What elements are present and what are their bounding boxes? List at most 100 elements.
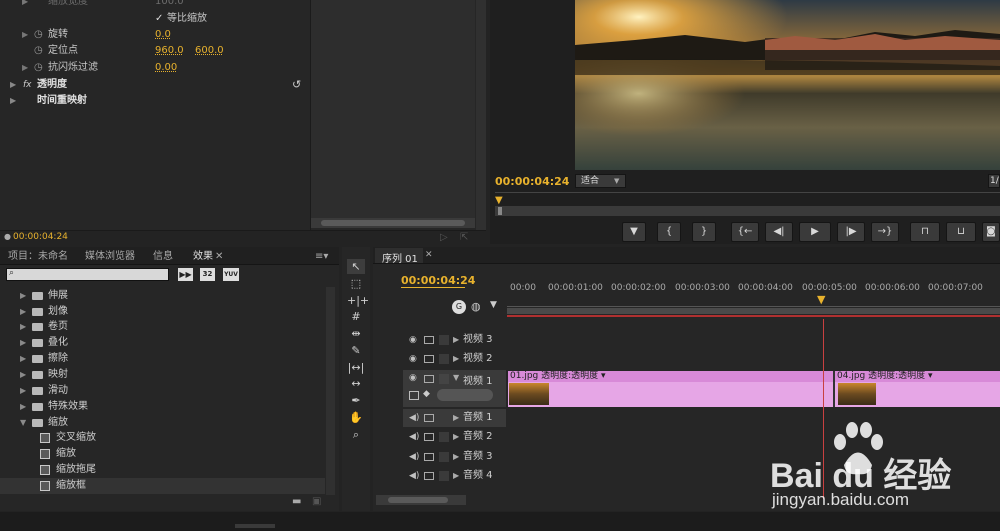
resize-handle[interactable]	[235, 524, 275, 528]
expand-icon[interactable]: ▶	[20, 351, 26, 367]
zoom-tool-icon[interactable]: ⌕	[347, 427, 365, 442]
program-zoom-bar[interactable]	[495, 206, 1000, 216]
time-ruler[interactable]: 00:00 00:00:01:00 00:00:02:00 00:00:03:0…	[507, 265, 1000, 320]
resolution-select[interactable]: 1/	[988, 174, 1000, 188]
step-back-button[interactable]: ◀|	[765, 222, 793, 242]
expand-icon[interactable]: ▶	[453, 467, 459, 485]
sequence-markers-icon[interactable]: ◍	[471, 300, 481, 313]
expand-icon[interactable]: ▶	[22, 60, 28, 76]
speaker-icon[interactable]: ◀)	[409, 409, 419, 427]
snap-icon[interactable]: G	[452, 300, 466, 314]
lock-icon[interactable]	[439, 452, 449, 462]
expand-icon[interactable]: ▶	[22, 0, 28, 10]
add-marker-button[interactable]: ▼	[622, 222, 646, 242]
yuv-effects-icon[interactable]: YUV	[223, 268, 239, 281]
lock-icon[interactable]	[439, 413, 449, 423]
sync-lock-icon[interactable]	[424, 433, 434, 441]
expand-icon[interactable]: ▶	[453, 428, 459, 446]
folder-item[interactable]: ▶ 叠化	[0, 335, 325, 351]
fx-section-opacity[interactable]: ▶ fx 透明度 ↺	[0, 77, 310, 93]
expand-icon[interactable]: ▶	[453, 448, 459, 466]
play-only-audio-icon[interactable]: ▷	[440, 232, 448, 243]
add-marker-icon[interactable]: ▼	[490, 300, 497, 310]
collapse-icon[interactable]: ▼	[453, 373, 459, 382]
close-icon[interactable]: ✕	[425, 250, 433, 260]
track-select-tool-icon[interactable]: ⬚	[347, 276, 365, 291]
hand-tool-icon[interactable]: ✋	[347, 410, 365, 425]
rate-stretch-tool-icon[interactable]: ⇹	[347, 326, 365, 341]
close-icon[interactable]: ✕	[215, 250, 223, 264]
fx-timecode[interactable]: 00:00:04:24	[13, 232, 68, 242]
stopwatch-icon[interactable]: ◷	[34, 60, 43, 76]
mark-out-button[interactable]: }	[692, 222, 716, 242]
fx-section-time-remap[interactable]: ▶ 时间重映射	[0, 93, 310, 109]
expand-icon[interactable]: ▶	[453, 409, 459, 427]
lock-icon[interactable]	[439, 335, 449, 345]
fx-value[interactable]: 0.00	[155, 60, 177, 76]
effect-item[interactable]: 缩放	[0, 446, 325, 462]
playhead-icon[interactable]: ▼	[817, 293, 825, 306]
expand-icon[interactable]: ▶	[453, 350, 459, 368]
folder-item[interactable]: ▶ 伸展	[0, 288, 325, 304]
delete-icon[interactable]: ▣	[312, 496, 321, 507]
lift-button[interactable]: ⊓	[910, 222, 940, 242]
tab-project[interactable]: 项目：未命名	[8, 250, 68, 264]
search-input[interactable]: ⌕	[6, 268, 169, 281]
32bit-effects-icon[interactable]: 32	[200, 268, 215, 281]
lock-icon[interactable]	[439, 354, 449, 364]
clip-01[interactable]: 01.jpg 透明度:透明度 ▾	[508, 371, 833, 407]
work-area-bar[interactable]	[507, 308, 1000, 314]
step-forward-button[interactable]: |▶	[837, 222, 865, 242]
ripple-edit-tool-icon[interactable]: +|+	[347, 293, 369, 308]
new-folder-icon[interactable]: ▬	[292, 496, 301, 507]
sync-lock-icon[interactable]	[424, 336, 434, 344]
display-style-icon[interactable]	[409, 391, 419, 400]
expand-icon[interactable]: ▶	[20, 319, 26, 335]
fit-select[interactable]: 适合 ▼	[575, 174, 626, 188]
rolling-edit-tool-icon[interactable]: #	[347, 309, 365, 324]
selection-tool-icon[interactable]: ↖	[347, 259, 365, 274]
effect-item[interactable]: 交叉缩放	[0, 430, 325, 446]
sync-lock-icon[interactable]	[424, 453, 434, 461]
folder-item[interactable]: ▶ 滑动	[0, 383, 325, 399]
speaker-icon[interactable]: ◀)	[409, 467, 419, 485]
program-timecode[interactable]: 00:00:04:24	[495, 175, 569, 188]
expand-icon[interactable]: ▶	[20, 399, 26, 415]
folder-item[interactable]: ▶ 擦除	[0, 351, 325, 367]
timeline-timecode[interactable]: 00:00:04:24	[401, 274, 475, 287]
folder-item[interactable]: ▶ 划像	[0, 304, 325, 320]
expand-icon[interactable]: ▶	[22, 27, 28, 43]
fx-scrollbar[interactable]	[311, 218, 475, 228]
play-button[interactable]: ▶	[799, 222, 831, 242]
expand-icon[interactable]: ▶	[20, 383, 26, 399]
expand-icon[interactable]: ▶	[20, 367, 26, 383]
effect-item[interactable]: 缩放拖尾	[0, 462, 325, 478]
slide-tool-icon[interactable]: ↔	[347, 376, 365, 391]
checkbox-icon[interactable]: ✓	[155, 11, 163, 27]
expand-icon[interactable]: ▶	[20, 304, 26, 320]
expand-icon[interactable]: ▶	[20, 335, 26, 351]
folder-item[interactable]: ▶ 映射	[0, 367, 325, 383]
panel-menu-icon[interactable]: ≡▾	[315, 250, 328, 264]
go-to-out-button[interactable]: →}	[871, 222, 899, 242]
clip-04[interactable]: 04.jpg 透明度:透明度 ▾	[835, 371, 1000, 407]
fx-value-2[interactable]: 600.0	[195, 43, 224, 59]
effects-scrollbar[interactable]	[326, 287, 335, 495]
sync-lock-icon[interactable]	[424, 375, 434, 383]
lock-icon[interactable]	[439, 432, 449, 442]
tab-effects[interactable]: 效果	[193, 250, 213, 264]
eye-icon[interactable]: ◉	[409, 373, 417, 383]
expand-icon[interactable]: ▶	[20, 288, 26, 304]
effect-item-selected[interactable]: 缩放框	[0, 478, 325, 494]
export-frame-button[interactable]: ◙	[982, 222, 1000, 242]
sync-lock-icon[interactable]	[424, 355, 434, 363]
fx-vertical-scrollbar[interactable]	[476, 0, 486, 230]
keyframe-icon[interactable]: ◆	[423, 389, 430, 399]
go-to-in-button[interactable]: {←	[731, 222, 759, 242]
folder-item[interactable]: ▶ 特殊效果	[0, 399, 325, 415]
lock-icon[interactable]	[439, 374, 449, 384]
fx-value[interactable]: 960.0	[155, 43, 184, 59]
expand-icon[interactable]: ▶	[10, 77, 16, 93]
timeline-scrollbar[interactable]	[376, 495, 466, 505]
expand-icon[interactable]: ▶	[453, 331, 459, 349]
